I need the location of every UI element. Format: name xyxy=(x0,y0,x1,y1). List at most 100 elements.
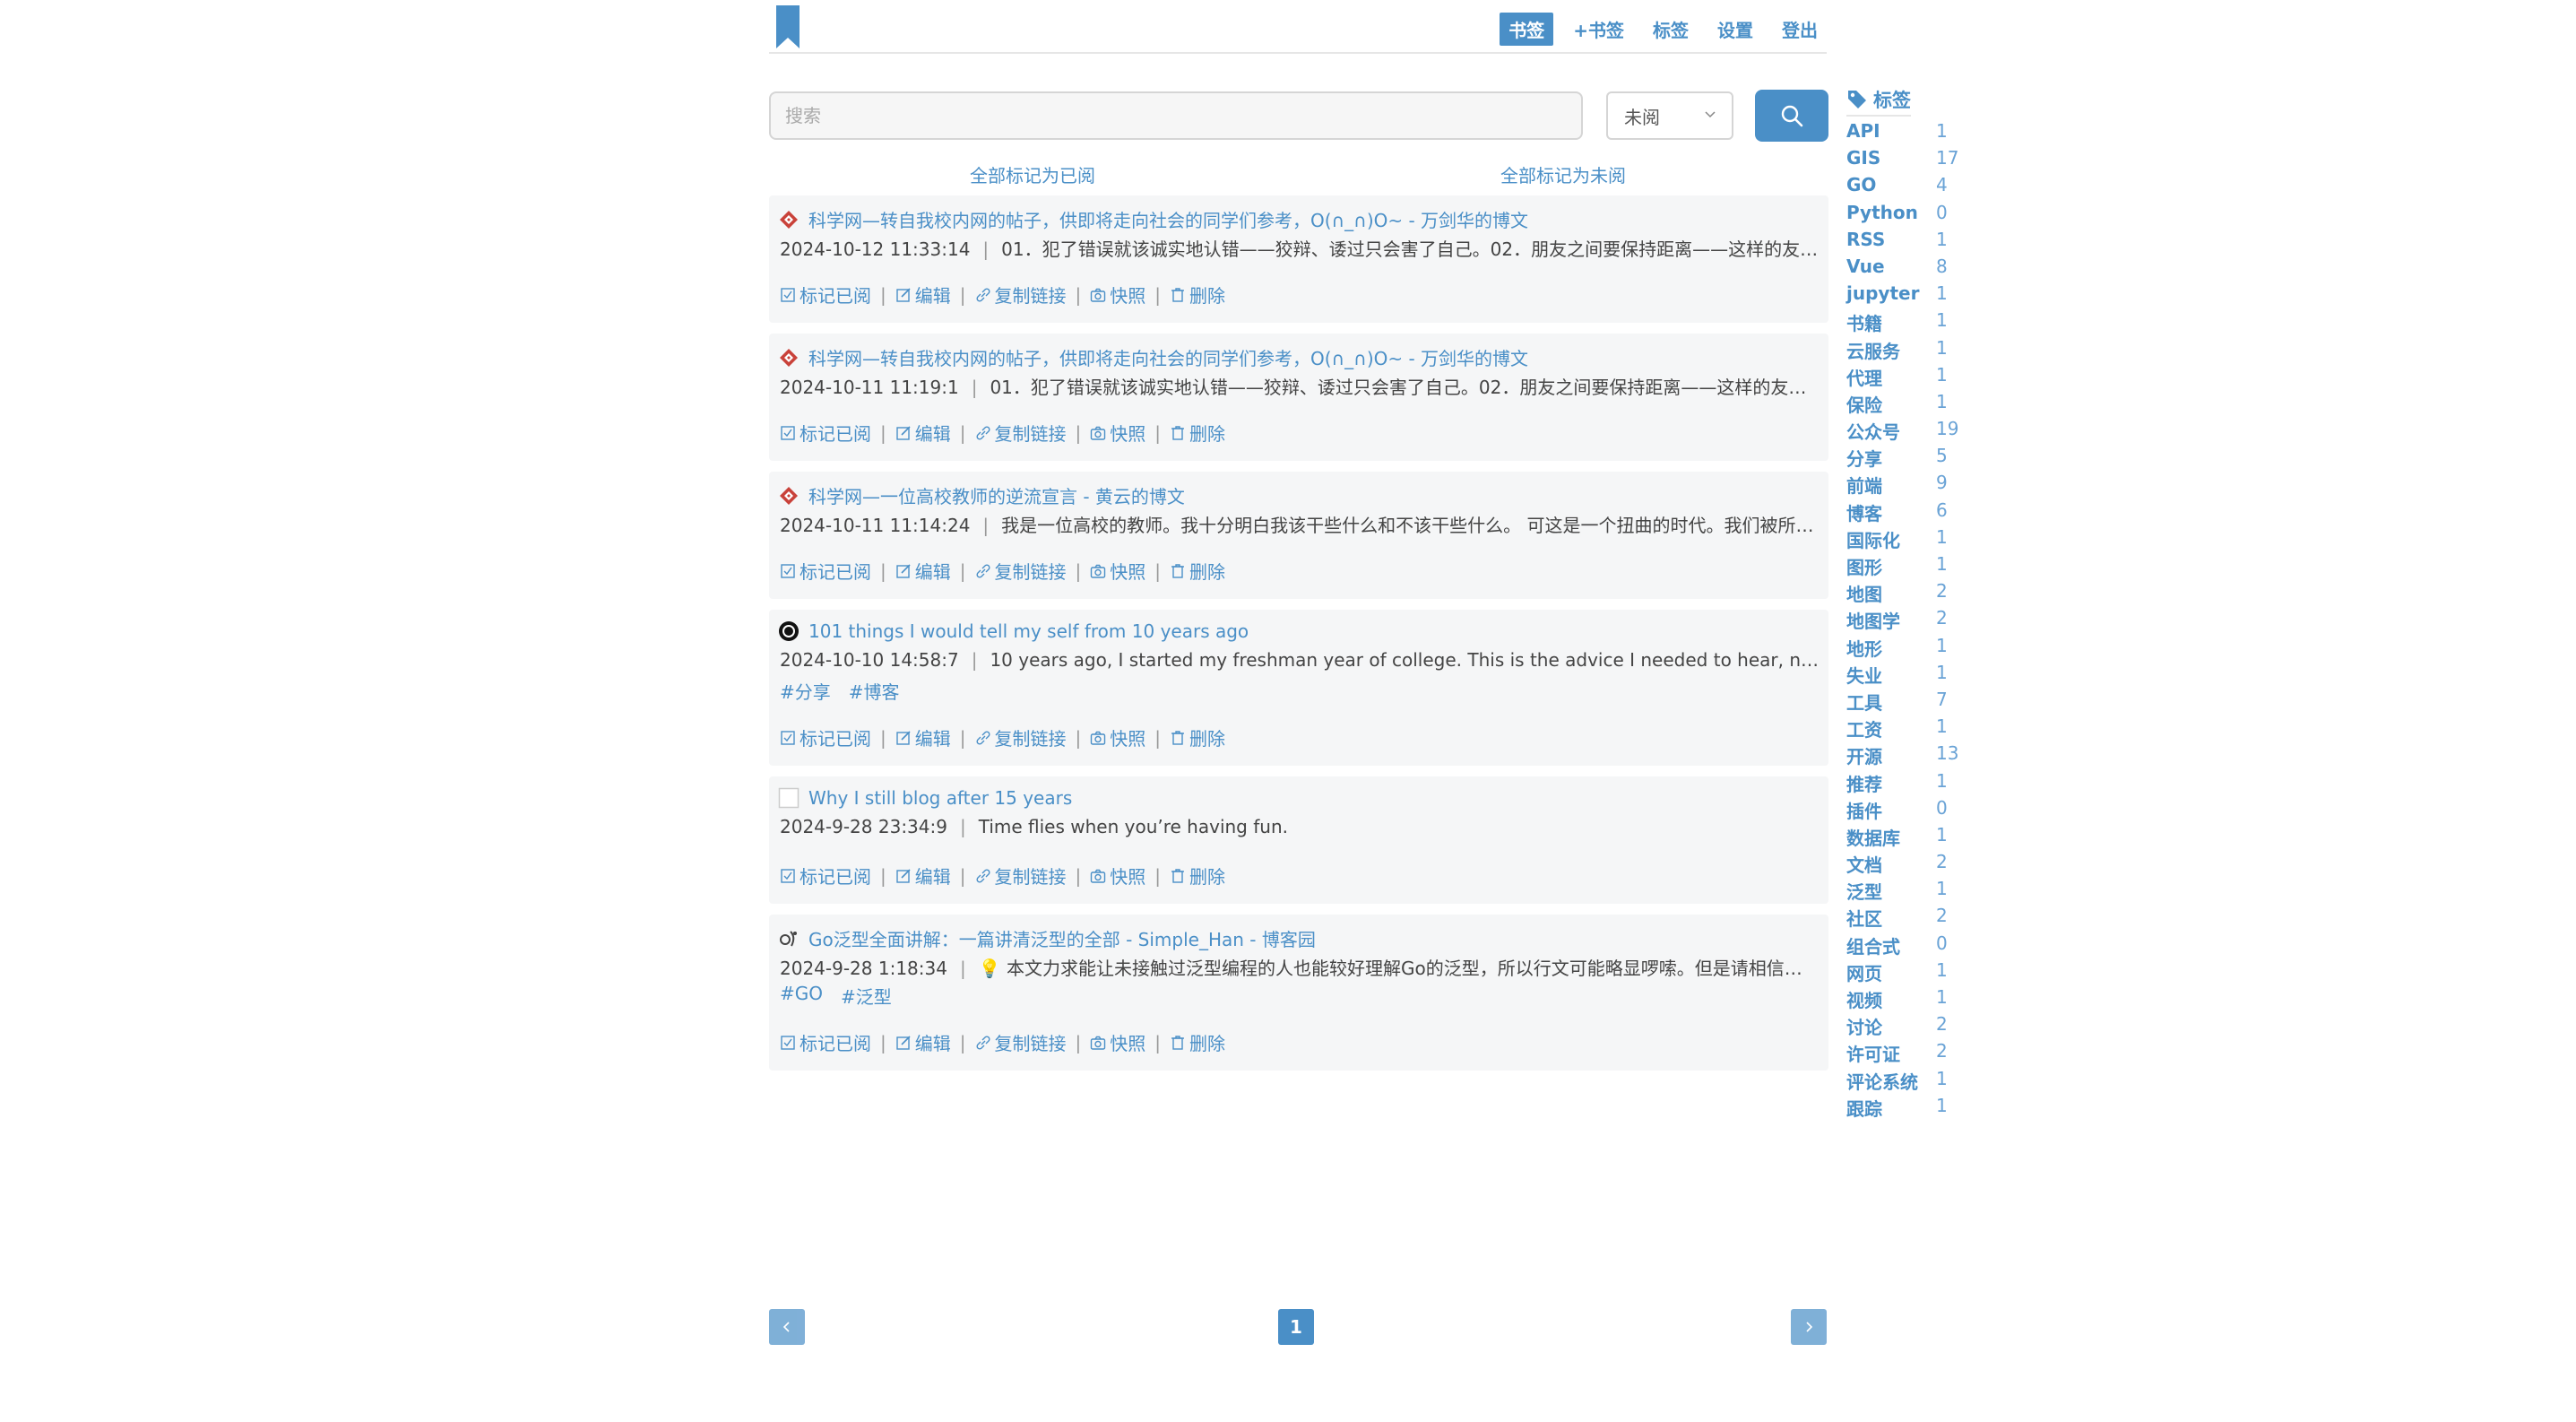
nav-bookmarks[interactable]: 书签 xyxy=(1500,13,1554,46)
mark-read-button[interactable]: 标记已阅 xyxy=(780,558,871,584)
snapshot-button[interactable]: 快照 xyxy=(1090,724,1145,750)
sidebar-tag-name[interactable]: 云服务 xyxy=(1846,337,1900,363)
sidebar-tag-name[interactable]: GO xyxy=(1846,174,1876,195)
sidebar-tag-item[interactable]: Vue 8 xyxy=(1846,252,2026,279)
sidebar-tag-name[interactable]: Python xyxy=(1846,202,1918,223)
mark-read-button[interactable]: 标记已阅 xyxy=(780,863,871,889)
mark-read-button[interactable]: 标记已阅 xyxy=(780,724,871,750)
snapshot-button[interactable]: 快照 xyxy=(1090,420,1145,446)
sidebar-tag-name[interactable]: 图形 xyxy=(1846,553,1882,579)
edit-button[interactable]: 编辑 xyxy=(895,724,951,750)
bookmark-title-link[interactable]: 科学网—一位高校教师的逆流宣言 - 黄云的博文 xyxy=(808,482,1185,508)
sidebar-tag-item[interactable]: 工资 1 xyxy=(1846,712,2026,741)
snapshot-button[interactable]: 快照 xyxy=(1090,863,1145,889)
sidebar-tag-name[interactable]: 公众号 xyxy=(1846,418,1900,444)
bookmark-tag-link[interactable]: #博客 xyxy=(849,678,900,704)
bookmark-tag-link[interactable]: #分享 xyxy=(780,678,831,704)
sidebar-tag-item[interactable]: 网页 1 xyxy=(1846,956,2026,985)
copy-link-button[interactable]: 复制链接 xyxy=(975,724,1067,750)
sidebar-tag-item[interactable]: 图形 1 xyxy=(1846,550,2026,579)
sidebar-tag-name[interactable]: 工资 xyxy=(1846,715,1882,741)
sidebar-tag-name[interactable]: 组合式 xyxy=(1846,932,1900,958)
sidebar-tag-item[interactable]: 讨论 2 xyxy=(1846,1010,2026,1039)
bookmark-title-link[interactable]: Go泛型全面讲解：一篇讲清泛型的全部 - Simple_Han - 博客园 xyxy=(808,925,1316,951)
snapshot-button[interactable]: 快照 xyxy=(1090,558,1145,584)
sidebar-tag-name[interactable]: 代理 xyxy=(1846,364,1882,390)
sidebar-tag-item[interactable]: 保险 1 xyxy=(1846,387,2026,417)
sidebar-tag-name[interactable]: 工具 xyxy=(1846,689,1882,715)
current-page-button[interactable]: 1 xyxy=(1278,1309,1314,1345)
bookmark-logo-icon[interactable] xyxy=(776,5,800,48)
sidebar-tag-name[interactable]: 视频 xyxy=(1846,986,1882,1012)
sidebar-tag-item[interactable]: 评论系统 1 xyxy=(1846,1064,2026,1094)
sidebar-tag-name[interactable]: 网页 xyxy=(1846,959,1882,985)
sidebar-tag-item[interactable]: 社区 2 xyxy=(1846,901,2026,931)
sidebar-tag-name[interactable]: 保险 xyxy=(1846,391,1882,417)
sidebar-tag-name[interactable]: 地形 xyxy=(1846,635,1882,661)
read-status-select[interactable]: 未阅 xyxy=(1606,91,1733,140)
bookmark-tag-link[interactable]: #泛型 xyxy=(841,983,892,1009)
sidebar-tag-name[interactable]: 许可证 xyxy=(1846,1040,1900,1066)
edit-button[interactable]: 编辑 xyxy=(895,863,951,889)
sidebar-tag-item[interactable]: 推荐 1 xyxy=(1846,767,2026,796)
nav-add-bookmark[interactable]: +书签 xyxy=(1564,13,1633,46)
nav-tags[interactable]: 标签 xyxy=(1644,13,1698,46)
sidebar-tag-name[interactable]: 社区 xyxy=(1846,905,1882,931)
sidebar-tag-name[interactable]: 数据库 xyxy=(1846,824,1900,850)
bookmark-title-link[interactable]: 101 things I would tell my self from 10 … xyxy=(808,620,1249,642)
sidebar-tag-name[interactable]: API xyxy=(1846,120,1880,142)
sidebar-tag-name[interactable]: 书籍 xyxy=(1846,309,1882,335)
mark-all-unread-link[interactable]: 全部标记为未阅 xyxy=(1500,161,1626,187)
sidebar-tag-name[interactable]: 国际化 xyxy=(1846,526,1900,552)
nav-logout[interactable]: 登出 xyxy=(1773,13,1827,46)
sidebar-tag-item[interactable]: 开源 13 xyxy=(1846,739,2026,768)
edit-button[interactable]: 编辑 xyxy=(895,1029,951,1055)
sidebar-tag-item[interactable]: 工具 7 xyxy=(1846,685,2026,715)
sidebar-tag-item[interactable]: 插件 0 xyxy=(1846,793,2026,822)
delete-button[interactable]: 删除 xyxy=(1170,724,1225,750)
sidebar-tag-item[interactable]: Python 0 xyxy=(1846,198,2026,225)
mark-read-button[interactable]: 标记已阅 xyxy=(780,282,871,308)
sidebar-tag-item[interactable]: RSS 1 xyxy=(1846,225,2026,252)
sidebar-tag-item[interactable]: jupyter 1 xyxy=(1846,279,2026,306)
sidebar-tag-item[interactable]: 前端 9 xyxy=(1846,468,2026,498)
sidebar-tag-item[interactable]: API 1 xyxy=(1846,117,2026,143)
search-button[interactable] xyxy=(1755,90,1828,142)
sidebar-tag-item[interactable]: 泛型 1 xyxy=(1846,874,2026,904)
sidebar-tag-name[interactable]: 推荐 xyxy=(1846,770,1882,796)
sidebar-tag-item[interactable]: 代理 1 xyxy=(1846,360,2026,390)
copy-link-button[interactable]: 复制链接 xyxy=(975,558,1067,584)
sidebar-tag-item[interactable]: 数据库 1 xyxy=(1846,820,2026,850)
delete-button[interactable]: 删除 xyxy=(1170,558,1225,584)
prev-page-button[interactable] xyxy=(769,1309,805,1345)
edit-button[interactable]: 编辑 xyxy=(895,558,951,584)
sidebar-tag-item[interactable]: 公众号 19 xyxy=(1846,414,2026,444)
sidebar-tag-item[interactable]: 地形 1 xyxy=(1846,631,2026,661)
snapshot-button[interactable]: 快照 xyxy=(1090,1029,1145,1055)
next-page-button[interactable] xyxy=(1791,1309,1827,1345)
sidebar-tag-item[interactable]: 跟踪 1 xyxy=(1846,1091,2026,1120)
sidebar-tag-name[interactable]: 评论系统 xyxy=(1846,1068,1918,1094)
bookmark-title-link[interactable]: Why I still blog after 15 years xyxy=(808,787,1072,809)
nav-settings[interactable]: 设置 xyxy=(1708,13,1762,46)
mark-read-button[interactable]: 标记已阅 xyxy=(780,420,871,446)
sidebar-tag-name[interactable]: 前端 xyxy=(1846,472,1882,498)
copy-link-button[interactable]: 复制链接 xyxy=(975,863,1067,889)
bookmark-tag-link[interactable]: #GO xyxy=(780,983,823,1009)
delete-button[interactable]: 删除 xyxy=(1170,863,1225,889)
bookmark-title-link[interactable]: 科学网—转自我校内网的帖子，供即将走向社会的同学们参考，O(∩_∩)O~ - 万… xyxy=(808,344,1528,370)
search-input[interactable] xyxy=(769,91,1583,140)
sidebar-tag-name[interactable]: 分享 xyxy=(1846,445,1882,471)
sidebar-tag-name[interactable]: 地图 xyxy=(1846,580,1882,606)
sidebar-tag-name[interactable]: 博客 xyxy=(1846,499,1882,525)
sidebar-tag-item[interactable]: 组合式 0 xyxy=(1846,929,2026,958)
sidebar-tag-name[interactable]: 泛型 xyxy=(1846,878,1882,904)
sidebar-tag-name[interactable]: 地图学 xyxy=(1846,607,1900,633)
sidebar-tag-name[interactable]: 开源 xyxy=(1846,742,1882,768)
sidebar-tag-name[interactable]: RSS xyxy=(1846,229,1885,250)
sidebar-tag-name[interactable]: jupyter xyxy=(1846,282,1919,304)
sidebar-tag-name[interactable]: 讨论 xyxy=(1846,1013,1882,1039)
sidebar-tag-name[interactable]: GIS xyxy=(1846,147,1880,169)
sidebar-tag-item[interactable]: 国际化 1 xyxy=(1846,523,2026,552)
delete-button[interactable]: 删除 xyxy=(1170,1029,1225,1055)
